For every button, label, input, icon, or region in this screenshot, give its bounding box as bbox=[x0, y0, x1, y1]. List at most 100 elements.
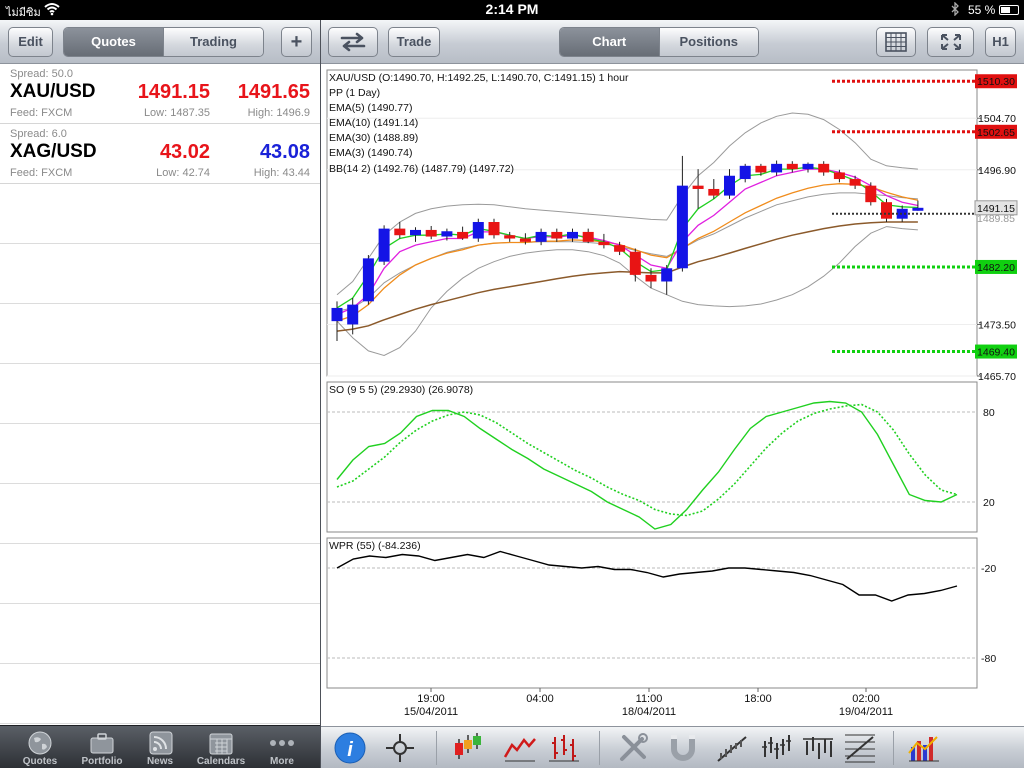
chart-area[interactable]: 1510.30 1502.65 1482.20 1469.40 1504.70 1496… bbox=[321, 64, 1024, 726]
candle-body bbox=[629, 251, 641, 275]
quote-low: Low: 1487.35 bbox=[143, 107, 210, 119]
chart-positions-segmented: Chart Positions bbox=[559, 27, 759, 57]
line-chart-type-icon[interactable] bbox=[503, 731, 537, 765]
more-dots-icon bbox=[270, 740, 294, 746]
empty-row bbox=[0, 244, 320, 304]
so-tick-label: 20 bbox=[983, 497, 995, 509]
chart-toolbar: Trade Chart Positions H1 bbox=[321, 20, 1024, 64]
candle-body bbox=[488, 222, 500, 236]
quote-high: High: 43.44 bbox=[253, 167, 310, 179]
candle-body bbox=[519, 238, 531, 242]
quote-bid[interactable]: 1491.15 bbox=[138, 81, 210, 104]
bar-chart-type-icon[interactable] bbox=[547, 731, 581, 765]
candle-body bbox=[425, 229, 437, 237]
candle-body bbox=[739, 165, 751, 180]
quote-list: Spread: 50.0 XAU/USD Feed: FXCM 1491.15 … bbox=[0, 64, 320, 725]
info-icon[interactable]: i bbox=[333, 731, 367, 765]
fullscreen-button[interactable] bbox=[927, 27, 974, 57]
quote-ask[interactable]: 1491.65 bbox=[238, 81, 310, 104]
candle-body bbox=[362, 258, 374, 302]
trendline-icon[interactable] bbox=[715, 731, 749, 765]
trade-button[interactable]: Trade bbox=[388, 27, 440, 57]
quote-ask[interactable]: 43.08 bbox=[260, 141, 310, 164]
magnet-icon[interactable] bbox=[666, 731, 700, 765]
tab-bar: Quotes Portfolio News Calendars More bbox=[0, 725, 320, 768]
candle-body bbox=[582, 231, 594, 242]
chart-tools-toolbar: i bbox=[321, 726, 1024, 768]
quotes-trading-segmented: Quotes Trading bbox=[63, 27, 264, 57]
candle-body bbox=[394, 228, 406, 236]
price-chart[interactable]: 1510.30 1502.65 1482.20 1469.40 1504.70 1496… bbox=[321, 64, 1024, 726]
quote-row-xauusd[interactable]: Spread: 50.0 XAU/USD Feed: FXCM 1491.15 … bbox=[0, 64, 320, 124]
wpr-tick-label: -20 bbox=[981, 563, 996, 575]
price-tick-label: 1496.90 bbox=[978, 165, 1016, 177]
tab-quotes[interactable]: Quotes bbox=[8, 726, 72, 768]
quote-feed: Feed: FXCM bbox=[10, 167, 73, 179]
empty-row bbox=[0, 184, 320, 244]
time-tick-label: 02:00 bbox=[852, 693, 880, 705]
time-tick-label: 11:00 bbox=[636, 693, 663, 705]
candle bbox=[378, 225, 390, 265]
candle bbox=[362, 255, 374, 305]
pivot-label: 1482.20 bbox=[977, 262, 1015, 274]
tab-calendars[interactable]: Calendars bbox=[189, 726, 253, 768]
candle-body bbox=[865, 185, 877, 203]
crosshair-icon[interactable] bbox=[383, 731, 417, 765]
time-axis: 19:0015/04/2011 04:00 11:0018/04/2011 18:00… bbox=[404, 688, 893, 718]
empty-row bbox=[0, 364, 320, 424]
candle-body bbox=[896, 208, 908, 219]
candle-body bbox=[724, 175, 735, 196]
swap-button[interactable] bbox=[328, 27, 378, 57]
channel-icon[interactable] bbox=[759, 731, 793, 765]
quote-spread: Spread: 50.0 bbox=[10, 68, 73, 80]
candle bbox=[865, 182, 877, 206]
legend-main: XAU/USD (O:1490.70, H:1492.25, L:1490.70… bbox=[329, 72, 629, 84]
candle-body bbox=[567, 231, 578, 239]
tab-label: More bbox=[270, 756, 294, 767]
tab-portfolio[interactable]: Portfolio bbox=[70, 726, 134, 768]
pivot-label: 1502.65 bbox=[977, 127, 1015, 139]
quote-high: High: 1496.9 bbox=[247, 107, 310, 119]
time-tick-label: 19:00 bbox=[417, 693, 445, 705]
price-tick-label: 1473.50 bbox=[978, 319, 1016, 331]
empty-row bbox=[0, 664, 320, 724]
timeframe-button[interactable]: H1 bbox=[985, 27, 1016, 57]
tools-icon[interactable] bbox=[616, 731, 650, 765]
toolbar-separator bbox=[893, 731, 894, 765]
quote-row-xagusd[interactable]: Spread: 6.0 XAG/USD Feed: FXCM 43.02 43.… bbox=[0, 124, 320, 184]
quote-bid[interactable]: 43.02 bbox=[160, 141, 210, 164]
candle-body bbox=[881, 202, 892, 219]
tab-more[interactable]: More bbox=[250, 726, 314, 768]
add-symbol-button[interactable]: + bbox=[281, 27, 312, 57]
candle-body bbox=[833, 172, 845, 180]
tab-news[interactable]: News bbox=[128, 726, 192, 768]
quotes-segment[interactable]: Quotes bbox=[64, 28, 163, 56]
candle-body bbox=[771, 163, 783, 173]
hidden-price-label: 1489.85 bbox=[977, 213, 1015, 225]
so-tick-label: 80 bbox=[983, 407, 995, 419]
status-time: 2:14 PM bbox=[485, 1, 539, 17]
tab-label: News bbox=[146, 756, 174, 767]
legend-wpr: WPR (55) (-84.236) bbox=[329, 540, 421, 552]
candle-body bbox=[645, 274, 657, 282]
candle-body bbox=[614, 245, 626, 252]
trading-segment[interactable]: Trading bbox=[163, 28, 263, 56]
candle-body bbox=[802, 163, 814, 170]
chart-segment[interactable]: Chart bbox=[560, 28, 659, 56]
fibonacci-icon[interactable] bbox=[843, 731, 877, 765]
horizontal-line-icon[interactable] bbox=[801, 731, 835, 765]
pivot-label: 1510.30 bbox=[977, 76, 1015, 88]
briefcase-icon bbox=[90, 733, 114, 754]
candle-body bbox=[755, 165, 767, 173]
candlestick-type-icon[interactable] bbox=[451, 731, 485, 765]
grid-toggle-button[interactable] bbox=[876, 27, 916, 57]
candle-body bbox=[661, 268, 673, 282]
edit-button[interactable]: Edit bbox=[8, 27, 53, 57]
empty-row bbox=[0, 604, 320, 664]
date-tick-label: 18/04/2011 bbox=[622, 706, 676, 718]
indicators-icon[interactable] bbox=[907, 731, 941, 765]
wpr-panel-frame bbox=[326, 537, 978, 689]
positions-segment[interactable]: Positions bbox=[658, 28, 758, 56]
status-bar: ไม่มีซิม 2:14 PM 55 % bbox=[0, 0, 1024, 20]
legend-ema3: EMA(3) (1490.74) bbox=[329, 147, 412, 159]
